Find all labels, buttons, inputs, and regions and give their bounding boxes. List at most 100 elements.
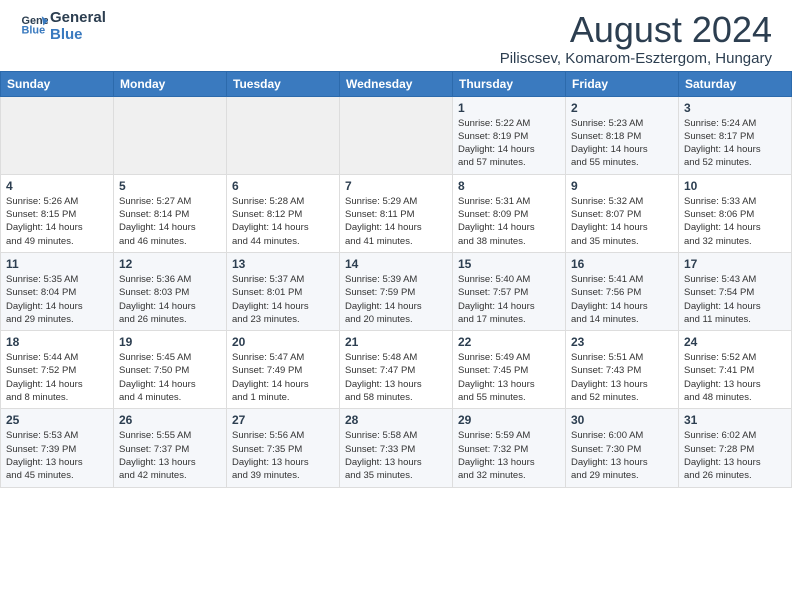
day-number: 23 <box>571 335 673 349</box>
day-number: 9 <box>571 179 673 193</box>
calendar-cell: 21 Sunrise: 5:48 AM Sunset: 7:47 PM Dayli… <box>340 331 453 409</box>
calendar-cell: 27 Sunrise: 5:56 AM Sunset: 7:35 PM Dayli… <box>227 409 340 487</box>
calendar-week-row: 4 Sunrise: 5:26 AM Sunset: 8:15 PM Daylig… <box>1 174 792 252</box>
calendar-cell: 22Sunrise: 5:49 AM Sunset: 7:45 PM Dayli… <box>453 331 566 409</box>
day-detail: Sunrise: 5:23 AM Sunset: 8:18 PM Dayligh… <box>571 117 673 170</box>
day-number: 28 <box>345 413 447 427</box>
day-number: 5 <box>119 179 221 193</box>
day-detail: Sunrise: 5:40 AM Sunset: 7:57 PM Dayligh… <box>458 273 560 326</box>
calendar-cell: 1Sunrise: 5:22 AM Sunset: 8:19 PM Daylig… <box>453 96 566 174</box>
day-detail: Sunrise: 5:32 AM Sunset: 8:07 PM Dayligh… <box>571 195 673 248</box>
day-number: 13 <box>232 257 334 271</box>
day-detail: Sunrise: 5:52 AM Sunset: 7:41 PM Dayligh… <box>684 351 786 404</box>
day-number: 16 <box>571 257 673 271</box>
day-detail: Sunrise: 5:58 AM Sunset: 7:33 PM Dayligh… <box>345 429 447 482</box>
calendar-cell: 17Sunrise: 5:43 AM Sunset: 7:54 PM Dayli… <box>679 252 792 330</box>
day-number: 7 <box>345 179 447 193</box>
calendar-cell: 15 Sunrise: 5:40 AM Sunset: 7:57 PM Dayli… <box>453 252 566 330</box>
calendar-cell: 2 Sunrise: 5:23 AM Sunset: 8:18 PM Daylig… <box>566 96 679 174</box>
calendar-cell: 28 Sunrise: 5:58 AM Sunset: 7:33 PM Dayli… <box>340 409 453 487</box>
day-detail: Sunrise: 5:35 AM Sunset: 8:04 PM Dayligh… <box>6 273 108 326</box>
weekday-header: Monday <box>114 71 227 96</box>
calendar-cell: 13 Sunrise: 5:37 AM Sunset: 8:01 PM Dayli… <box>227 252 340 330</box>
day-detail: Sunrise: 6:02 AM Sunset: 7:28 PM Dayligh… <box>684 429 786 482</box>
calendar-cell: 4 Sunrise: 5:26 AM Sunset: 8:15 PM Daylig… <box>1 174 114 252</box>
location-subtitle: Piliscsev, Komarom-Esztergom, Hungary <box>500 50 772 67</box>
day-number: 1 <box>458 101 560 115</box>
day-detail: Sunrise: 5:28 AM Sunset: 8:12 PM Dayligh… <box>232 195 334 248</box>
day-detail: Sunrise: 5:29 AM Sunset: 8:11 PM Dayligh… <box>345 195 447 248</box>
calendar-cell: 5Sunrise: 5:27 AM Sunset: 8:14 PM Daylig… <box>114 174 227 252</box>
day-detail: Sunrise: 5:56 AM Sunset: 7:35 PM Dayligh… <box>232 429 334 482</box>
calendar-cell <box>1 96 114 174</box>
day-number: 8 <box>458 179 560 193</box>
day-number: 3 <box>684 101 786 115</box>
calendar-cell: 6 Sunrise: 5:28 AM Sunset: 8:12 PM Daylig… <box>227 174 340 252</box>
day-number: 19 <box>119 335 221 349</box>
calendar-cell <box>340 96 453 174</box>
weekday-header: Tuesday <box>227 71 340 96</box>
day-detail: Sunrise: 5:39 AM Sunset: 7:59 PM Dayligh… <box>345 273 447 326</box>
calendar-week-row: 1Sunrise: 5:22 AM Sunset: 8:19 PM Daylig… <box>1 96 792 174</box>
day-detail: Sunrise: 6:00 AM Sunset: 7:30 PM Dayligh… <box>571 429 673 482</box>
day-number: 20 <box>232 335 334 349</box>
svg-text:Blue: Blue <box>22 24 46 36</box>
day-detail: Sunrise: 5:47 AM Sunset: 7:49 PM Dayligh… <box>232 351 334 404</box>
day-number: 27 <box>232 413 334 427</box>
day-number: 12 <box>119 257 221 271</box>
calendar-cell: 25Sunrise: 5:53 AM Sunset: 7:39 PM Dayli… <box>1 409 114 487</box>
day-detail: Sunrise: 5:48 AM Sunset: 7:47 PM Dayligh… <box>345 351 447 404</box>
logo-line2: Blue <box>50 27 106 44</box>
weekday-header: Friday <box>566 71 679 96</box>
weekday-header: Sunday <box>1 71 114 96</box>
day-number: 10 <box>684 179 786 193</box>
calendar-table: SundayMondayTuesdayWednesdayThursdayFrid… <box>0 71 792 488</box>
day-number: 18 <box>6 335 108 349</box>
calendar-cell <box>114 96 227 174</box>
day-detail: Sunrise: 5:26 AM Sunset: 8:15 PM Dayligh… <box>6 195 108 248</box>
day-number: 24 <box>684 335 786 349</box>
day-detail: Sunrise: 5:59 AM Sunset: 7:32 PM Dayligh… <box>458 429 560 482</box>
title-block: August 2024 Piliscsev, Komarom-Esztergom… <box>500 10 772 67</box>
logo: General Blue General Blue <box>20 10 106 43</box>
calendar-week-row: 18 Sunrise: 5:44 AM Sunset: 7:52 PM Dayli… <box>1 331 792 409</box>
calendar-cell: 3 Sunrise: 5:24 AM Sunset: 8:17 PM Daylig… <box>679 96 792 174</box>
logo-line1: General <box>50 10 106 27</box>
calendar-cell: 9 Sunrise: 5:32 AM Sunset: 8:07 PM Daylig… <box>566 174 679 252</box>
day-number: 15 <box>458 257 560 271</box>
weekday-header: Saturday <box>679 71 792 96</box>
weekday-header: Wednesday <box>340 71 453 96</box>
calendar-cell: 23Sunrise: 5:51 AM Sunset: 7:43 PM Dayli… <box>566 331 679 409</box>
day-detail: Sunrise: 5:53 AM Sunset: 7:39 PM Dayligh… <box>6 429 108 482</box>
day-detail: Sunrise: 5:37 AM Sunset: 8:01 PM Dayligh… <box>232 273 334 326</box>
day-number: 11 <box>6 257 108 271</box>
calendar-cell: 20 Sunrise: 5:47 AM Sunset: 7:49 PM Dayli… <box>227 331 340 409</box>
day-number: 26 <box>119 413 221 427</box>
calendar-cell: 14 Sunrise: 5:39 AM Sunset: 7:59 PM Dayli… <box>340 252 453 330</box>
day-number: 6 <box>232 179 334 193</box>
page-header: General Blue General Blue August 2024 Pi… <box>0 0 792 71</box>
day-number: 30 <box>571 413 673 427</box>
day-detail: Sunrise: 5:36 AM Sunset: 8:03 PM Dayligh… <box>119 273 221 326</box>
day-detail: Sunrise: 5:49 AM Sunset: 7:45 PM Dayligh… <box>458 351 560 404</box>
day-number: 21 <box>345 335 447 349</box>
calendar-cell: 26 Sunrise: 5:55 AM Sunset: 7:37 PM Dayli… <box>114 409 227 487</box>
calendar-cell: 29Sunrise: 5:59 AM Sunset: 7:32 PM Dayli… <box>453 409 566 487</box>
day-number: 2 <box>571 101 673 115</box>
weekday-header: Thursday <box>453 71 566 96</box>
day-number: 14 <box>345 257 447 271</box>
day-detail: Sunrise: 5:44 AM Sunset: 7:52 PM Dayligh… <box>6 351 108 404</box>
calendar-cell: 30 Sunrise: 6:00 AM Sunset: 7:30 PM Dayli… <box>566 409 679 487</box>
calendar-cell: 12 Sunrise: 5:36 AM Sunset: 8:03 PM Dayli… <box>114 252 227 330</box>
day-detail: Sunrise: 5:55 AM Sunset: 7:37 PM Dayligh… <box>119 429 221 482</box>
month-year-title: August 2024 <box>500 10 772 50</box>
calendar-cell: 19Sunrise: 5:45 AM Sunset: 7:50 PM Dayli… <box>114 331 227 409</box>
calendar-cell <box>227 96 340 174</box>
calendar-cell: 10Sunrise: 5:33 AM Sunset: 8:06 PM Dayli… <box>679 174 792 252</box>
calendar-cell: 11 Sunrise: 5:35 AM Sunset: 8:04 PM Dayli… <box>1 252 114 330</box>
day-number: 4 <box>6 179 108 193</box>
calendar-cell: 8 Sunrise: 5:31 AM Sunset: 8:09 PM Daylig… <box>453 174 566 252</box>
day-detail: Sunrise: 5:31 AM Sunset: 8:09 PM Dayligh… <box>458 195 560 248</box>
day-detail: Sunrise: 5:24 AM Sunset: 8:17 PM Dayligh… <box>684 117 786 170</box>
calendar-cell: 7 Sunrise: 5:29 AM Sunset: 8:11 PM Daylig… <box>340 174 453 252</box>
